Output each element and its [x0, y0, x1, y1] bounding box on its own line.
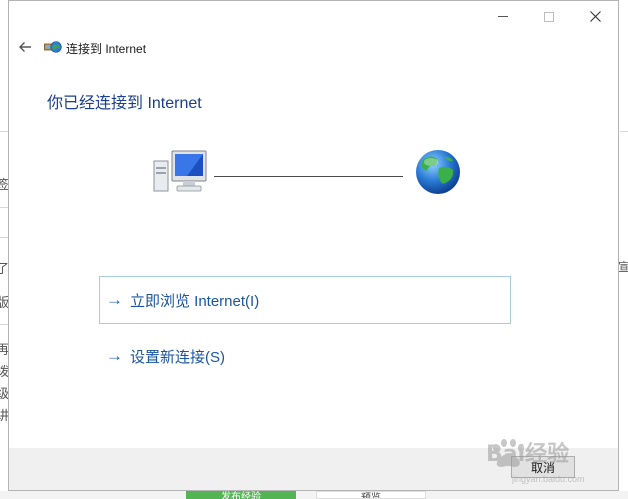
- connect-to-internet-dialog: 连接到 Internet 你已经连接到 Internet → 立即浏览 Inte…: [8, 0, 619, 491]
- back-button[interactable]: [13, 37, 37, 57]
- publish-experience-button[interactable]: 发布经验: [186, 491, 296, 499]
- computer-icon: [153, 150, 207, 192]
- maximize-button[interactable]: [526, 1, 572, 32]
- arrow-right-icon: →: [106, 290, 123, 309]
- minimize-button[interactable]: [480, 1, 526, 32]
- close-icon: [589, 11, 601, 22]
- network-connection-icon: [44, 41, 62, 53]
- browse-internet-label: 立即浏览 Internet(I): [130, 292, 260, 310]
- title-bar: [9, 1, 618, 32]
- background-bottom-strip: [0, 491, 628, 499]
- setup-new-connection-label: 设置新连接(S): [130, 348, 225, 366]
- globe-icon: [416, 150, 460, 194]
- preview-button[interactable]: 预览: [316, 491, 426, 499]
- divider: [620, 131, 628, 132]
- background-text: 宣: [618, 260, 628, 274]
- connection-line: [214, 176, 403, 177]
- setup-new-connection-link[interactable]: → 设置新连接(S): [106, 341, 225, 371]
- screen: 签 了 版 再 拨 级 讲 宣 连接到 Internet 你已经连接到 Inte…: [0, 0, 628, 499]
- arrow-right-icon: →: [106, 346, 123, 365]
- watermark-url: jingyan.baidu.com: [512, 474, 585, 484]
- back-arrow-icon: [19, 42, 31, 52]
- watermark: Bai经验 jingyan.baidu.com: [484, 434, 614, 486]
- watermark-text: Bai经验: [486, 442, 570, 467]
- maximize-icon: [544, 11, 554, 22]
- app-title: 连接到 Internet: [66, 42, 147, 56]
- page-title: 你已经连接到 Internet: [47, 95, 202, 112]
- browse-internet-link[interactable]: → 立即浏览 Internet(I): [99, 276, 511, 324]
- close-button[interactable]: [572, 1, 618, 32]
- minimize-icon: [498, 16, 508, 17]
- background-page-right: 宣: [618, 0, 628, 499]
